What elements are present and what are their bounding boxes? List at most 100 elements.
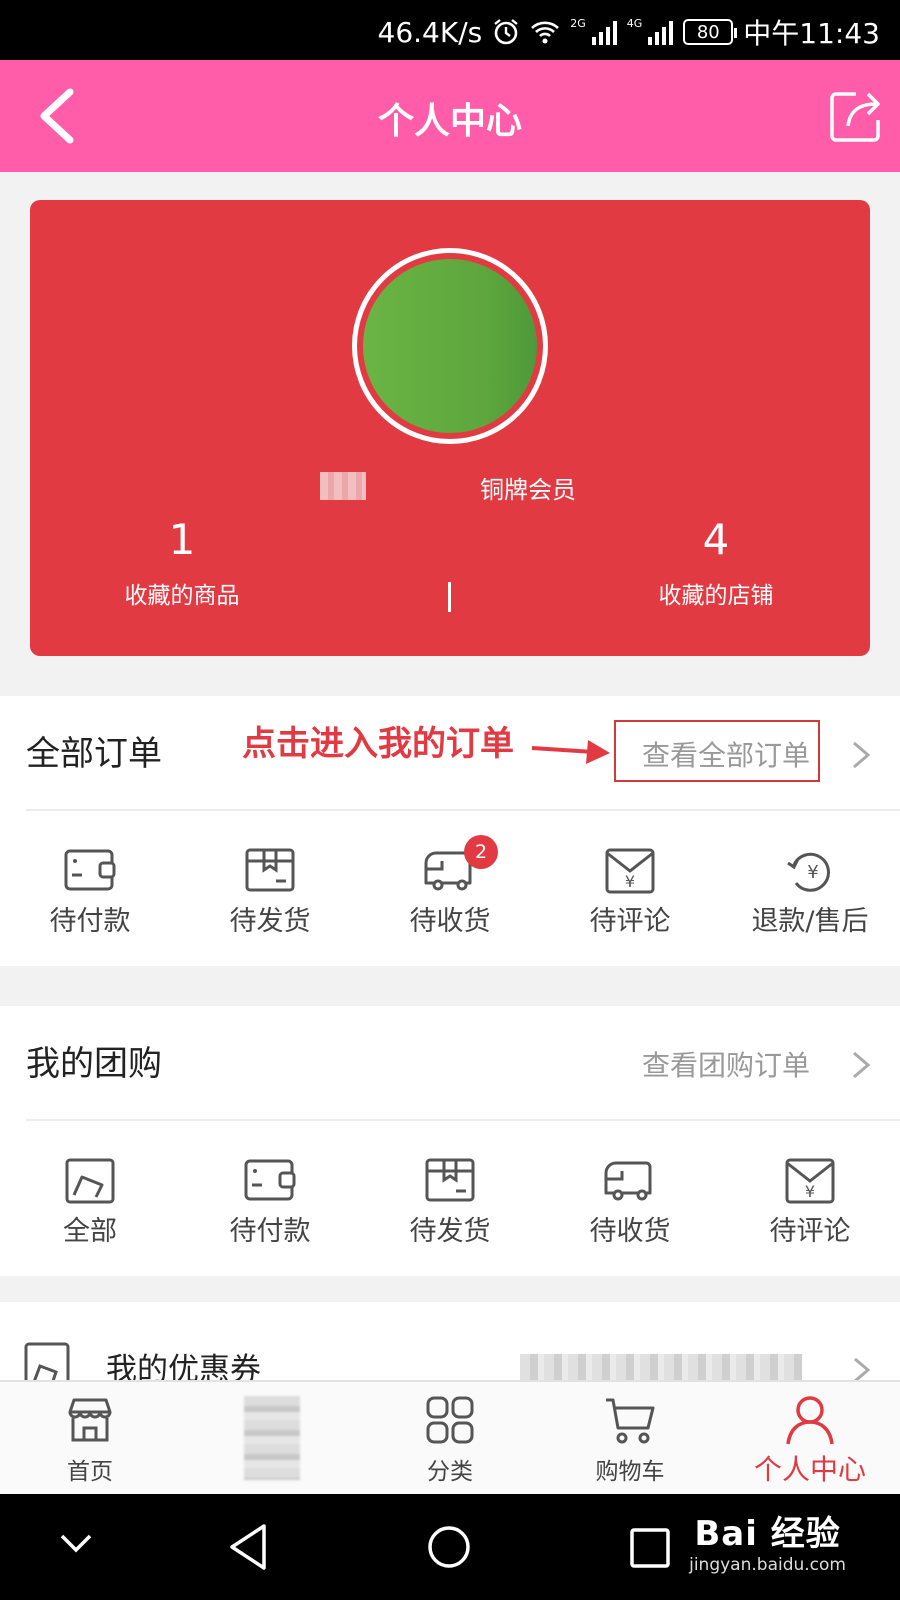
- group-pending-shipment-label: 待发货: [409, 1216, 491, 1247]
- refund-icon: ¥: [787, 852, 830, 892]
- order-pending-shipment[interactable]: 待发货: [180, 811, 360, 963]
- svg-text:¥: ¥: [807, 862, 818, 883]
- favorite-shops-label: 收藏的店铺: [658, 583, 774, 609]
- stat-divider: [448, 582, 451, 612]
- favorite-products-count: 1: [168, 515, 196, 564]
- order-refund-aftersale-label: 退款/售后: [751, 906, 869, 937]
- tab-category[interactable]: 分类: [360, 1382, 540, 1494]
- order-pending-shipment-label: 待发货: [229, 906, 311, 937]
- order-pending-receipt[interactable]: 2 待收货: [360, 811, 540, 963]
- signal-icon-2: [648, 19, 674, 45]
- group-buy-icon-row: 全部 待付款 待发货 待收货 ¥ 待评论: [0, 1121, 900, 1273]
- annotation-highlight-box: [614, 720, 820, 782]
- avatar-image: [363, 259, 537, 433]
- cart-icon: [606, 1398, 655, 1444]
- group-buy-header[interactable]: 我的团购 查看团购订单: [0, 1006, 900, 1121]
- group-buy-section: 我的团购 查看团购订单 全部 待付款 待发货 待收货 ¥ 待评论: [0, 1006, 900, 1276]
- chevron-right-icon: [853, 1051, 871, 1079]
- nav-recents-icon[interactable]: [628, 1522, 672, 1572]
- bottom-tab-bar: 首页 分类 购物车 个人中心: [0, 1380, 900, 1494]
- tab-cart[interactable]: 购物车: [540, 1382, 720, 1494]
- coupons-description-blurred: [520, 1354, 802, 1380]
- battery-level: 80: [696, 21, 720, 43]
- coupons-title: 我的优惠券: [106, 1352, 261, 1380]
- chevron-down-icon[interactable]: [56, 1522, 96, 1562]
- profile-card: 铜牌会员 1 收藏的商品 4 收藏的店铺: [30, 200, 870, 656]
- wallet-icon: [244, 1159, 296, 1201]
- group-pending-shipment[interactable]: 待发货: [360, 1121, 540, 1273]
- group-all-label: 全部: [63, 1216, 117, 1247]
- order-refund-aftersale[interactable]: ¥ 退款/售后: [720, 811, 900, 963]
- favorite-shops-count: 4: [702, 515, 730, 564]
- group-pending-payment[interactable]: 待付款: [180, 1121, 360, 1273]
- favorite-shops-stat[interactable]: 4 收藏的店铺: [596, 516, 836, 610]
- tab-blurred[interactable]: [180, 1382, 360, 1494]
- group-pending-review-label: 待评论: [769, 1216, 851, 1247]
- group-pending-receipt-label: 待收货: [589, 1216, 671, 1247]
- grid-icon: [426, 1396, 474, 1444]
- battery-icon: 80: [683, 19, 738, 45]
- notification-badge: 2: [464, 835, 498, 869]
- watermark-main: Bai 经验: [694, 1514, 841, 1554]
- user-icon: [786, 1396, 834, 1445]
- tab-profile[interactable]: 个人中心: [720, 1382, 900, 1494]
- status-bar-right: 46.4K/s 2G 4G 80 中午11:43: [378, 12, 881, 52]
- chevron-right-icon: [853, 741, 871, 769]
- blurred-icon: [244, 1396, 300, 1480]
- image-icon: [65, 1158, 115, 1204]
- package-icon: [425, 1158, 475, 1202]
- favorite-products-label: 收藏的商品: [124, 583, 240, 609]
- yen-envelope-icon: ¥: [605, 848, 655, 894]
- svg-text:¥: ¥: [625, 872, 635, 891]
- orders-icon-row: 待付款 待发货 2 待收货 ¥ 待评论 ¥ 退款/售后: [0, 811, 900, 963]
- group-all[interactable]: 全部: [0, 1121, 180, 1273]
- tab-home[interactable]: 首页: [0, 1382, 180, 1494]
- nav-home-icon[interactable]: [426, 1522, 472, 1572]
- page-title: 个人中心: [377, 101, 522, 142]
- system-nav-bar: Bai 经验 jingyan.baidu.com: [0, 1494, 900, 1600]
- coupons-row[interactable]: 我的优惠券: [0, 1302, 900, 1380]
- group-pending-receipt[interactable]: 待收货: [540, 1121, 720, 1273]
- group-buy-title: 我的团购: [26, 1044, 162, 1084]
- group-pending-review[interactable]: ¥ 待评论: [720, 1121, 900, 1273]
- status-bar: 46.4K/s 2G 4G 80 中午11:43: [0, 0, 900, 60]
- alarm-icon: [492, 18, 520, 46]
- tab-cart-label: 购物车: [595, 1459, 665, 1485]
- order-pending-receipt-label: 待收货: [409, 906, 491, 937]
- view-group-orders-link[interactable]: 查看团购订单: [642, 1044, 810, 1084]
- truck-icon: [604, 1161, 652, 1201]
- yen-envelope-icon: ¥: [785, 1158, 835, 1204]
- share-icon[interactable]: [826, 86, 886, 146]
- order-pending-payment[interactable]: 待付款: [0, 811, 180, 963]
- avatar[interactable]: [352, 248, 548, 444]
- wifi-icon: [530, 19, 560, 45]
- tab-home-label: 首页: [67, 1459, 113, 1485]
- order-pending-review[interactable]: ¥ 待评论: [540, 811, 720, 963]
- tab-profile-label: 个人中心: [753, 1453, 866, 1486]
- annotation-arrow-icon: [531, 740, 610, 764]
- network-2g-label: 2G: [570, 16, 586, 30]
- chevron-right-icon: [854, 1357, 871, 1380]
- orders-title: 全部订单: [26, 734, 162, 774]
- signal-icon: [591, 19, 617, 45]
- wallet-icon: [64, 849, 116, 891]
- username-blurred: [320, 472, 366, 500]
- annotation-text: 点击进入我的订单: [242, 724, 514, 764]
- nav-back-icon[interactable]: [226, 1522, 272, 1572]
- coupon-icon: [24, 1342, 70, 1380]
- order-pending-review-label: 待评论: [589, 906, 671, 937]
- network-4g-label: 4G: [626, 16, 643, 30]
- net-speed: 46.4K/s: [377, 15, 483, 49]
- app-header: 个人中心: [0, 60, 900, 172]
- watermark-sub: jingyan.baidu.com: [689, 1555, 846, 1575]
- favorite-products-stat[interactable]: 1 收藏的商品: [62, 516, 302, 610]
- tab-category-label: 分类: [427, 1459, 473, 1485]
- group-pending-payment-label: 待付款: [229, 1216, 311, 1247]
- member-level: 铜牌会员: [480, 476, 576, 504]
- clock: 中午11:43: [743, 17, 880, 50]
- svg-text:¥: ¥: [805, 1182, 815, 1201]
- shop-icon: [68, 1398, 112, 1442]
- baidu-watermark: Bai 经验 jingyan.baidu.com: [689, 1506, 846, 1575]
- package-icon: [245, 848, 295, 892]
- order-pending-payment-label: 待付款: [49, 906, 131, 937]
